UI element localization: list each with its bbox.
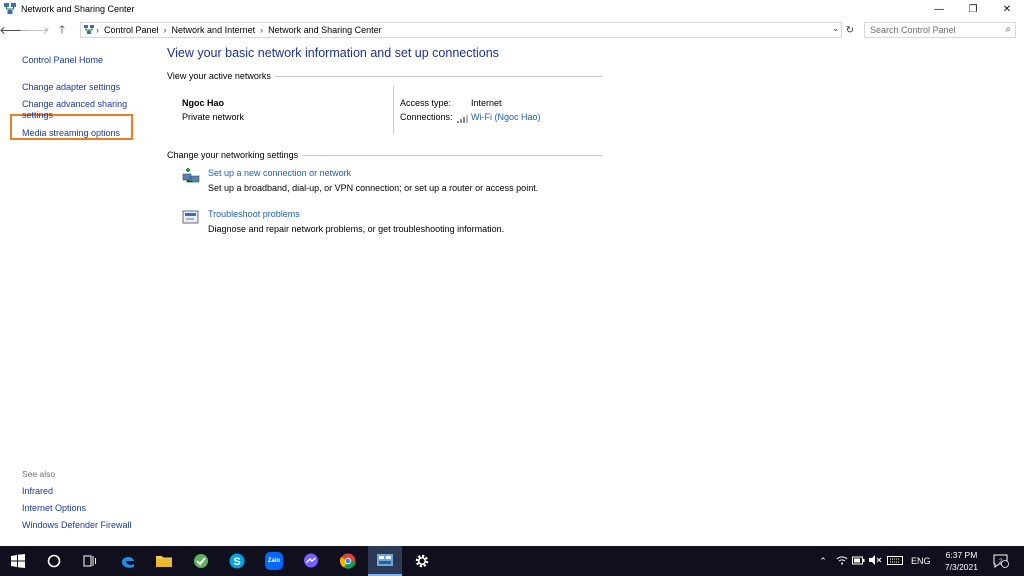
change-advanced-sharing-settings-link[interactable]: Change advanced sharing settings xyxy=(22,99,132,121)
restore-button[interactable]: ❐ xyxy=(956,0,990,18)
zalo-icon[interactable]: Zalo xyxy=(263,550,285,572)
media-streaming-options-link[interactable]: Media streaming options xyxy=(22,128,120,139)
left-pane: Control Panel Home Change adapter settin… xyxy=(0,40,160,546)
clock-date: 7/3/2021 xyxy=(944,562,978,572)
address-dropdown-icon[interactable]: ⌄ xyxy=(832,24,839,33)
breadcrumb-network-and-internet[interactable]: Network and Internet xyxy=(172,25,256,35)
task-view-icon[interactable] xyxy=(79,550,101,572)
page-title: View your basic network information and … xyxy=(167,46,499,60)
active-networks-label: View your active networks xyxy=(167,71,271,81)
zalo-label: Zalo xyxy=(265,552,283,570)
window-title: Network and Sharing Center xyxy=(21,4,135,14)
language-indicator[interactable]: ENG xyxy=(911,556,931,566)
see-also-label: See also xyxy=(22,469,56,479)
change-settings-section: Change your networking settings xyxy=(167,150,602,160)
vertical-divider xyxy=(393,86,394,134)
troubleshoot-problems-link[interactable]: Troubleshoot problems xyxy=(208,209,300,219)
change-adapter-settings-link[interactable]: Change adapter settings xyxy=(22,82,120,93)
wifi-connection-link[interactable]: Wi-Fi (Ngoc Hao) xyxy=(471,112,541,122)
breadcrumb-separator-icon[interactable]: › xyxy=(96,25,99,35)
title-bar: Network and Sharing Center — ❐ ✕ xyxy=(0,0,1024,18)
change-settings-label: Change your networking settings xyxy=(167,150,299,160)
clock-time: 6:37 PM xyxy=(945,550,978,560)
infrared-link[interactable]: Infrared xyxy=(22,486,53,497)
access-type-value: Internet xyxy=(471,98,502,108)
network-name: Ngoc Hao xyxy=(182,98,225,108)
skype-icon[interactable]: S xyxy=(226,550,248,572)
breadcrumb-separator-icon[interactable]: › xyxy=(260,25,263,35)
keyboard-icon[interactable] xyxy=(884,555,906,567)
network-type: Private network xyxy=(182,112,245,122)
refresh-icon[interactable]: ↻ xyxy=(843,22,857,38)
forward-arrow-icon[interactable]: 🡒 xyxy=(19,22,49,38)
recent-dropdown-icon[interactable]: ▾ xyxy=(42,22,52,38)
svg-text:S: S xyxy=(233,556,240,568)
taskbar: S Zalo ⌃ ENG 6:37 PM 7/3/2021 2 xyxy=(0,546,1024,576)
breadcrumb-network-and-sharing-center[interactable]: Network and Sharing Center xyxy=(268,25,382,35)
notification-center-icon[interactable]: 2 xyxy=(990,550,1012,572)
green-app-icon[interactable] xyxy=(190,550,212,572)
messenger-icon[interactable] xyxy=(300,550,322,572)
cortana-icon[interactable] xyxy=(43,550,65,572)
internet-options-link[interactable]: Internet Options xyxy=(22,503,86,514)
system-tray: ⌃ ENG xyxy=(816,546,931,576)
wifi-tray-icon[interactable] xyxy=(833,555,850,567)
windows-defender-firewall-link[interactable]: Windows Defender Firewall xyxy=(22,520,132,531)
address-bar[interactable]: › Control Panel › Network and Internet ›… xyxy=(80,22,842,38)
troubleshoot-icon xyxy=(182,210,200,226)
access-type-label: Access type: xyxy=(400,98,452,108)
minimize-button[interactable]: — xyxy=(922,0,956,18)
edge-icon[interactable] xyxy=(117,550,139,572)
network-center-icon xyxy=(4,3,16,15)
control-panel-small-icon xyxy=(84,25,94,35)
setup-new-connection-description: Set up a broadband, dial-up, or VPN conn… xyxy=(208,183,539,193)
search-placeholder: Search Control Panel xyxy=(870,25,956,35)
setup-new-connection-link[interactable]: Set up a new connection or network xyxy=(208,168,351,178)
close-button[interactable]: ✕ xyxy=(990,0,1024,18)
breadcrumb-separator-icon[interactable]: › xyxy=(164,25,167,35)
volume-muted-icon[interactable] xyxy=(867,555,884,567)
file-explorer-icon[interactable] xyxy=(153,550,175,572)
search-input[interactable]: Search Control Panel ⌕ xyxy=(864,22,1016,38)
troubleshoot-problems-description: Diagnose and repair network problems, or… xyxy=(208,224,505,234)
breadcrumb-control-panel[interactable]: Control Panel xyxy=(104,25,159,35)
section-divider xyxy=(302,154,602,156)
connections-label: Connections: xyxy=(400,112,453,122)
section-divider xyxy=(274,75,602,77)
show-hidden-icons-icon[interactable]: ⌃ xyxy=(816,556,830,567)
notification-count: 2 xyxy=(999,558,1003,565)
control-panel-icon[interactable] xyxy=(374,550,396,572)
new-connection-icon xyxy=(182,168,200,184)
start-icon[interactable] xyxy=(7,550,29,572)
control-panel-home-link[interactable]: Control Panel Home xyxy=(22,55,103,66)
settings-icon[interactable] xyxy=(411,550,433,572)
active-networks-section: View your active networks xyxy=(167,71,602,81)
search-icon[interactable]: ⌕ xyxy=(1005,24,1011,35)
wifi-signal-icon xyxy=(457,114,469,123)
clock[interactable]: 6:37 PM 7/3/2021 xyxy=(945,549,978,573)
chrome-icon[interactable] xyxy=(337,550,359,572)
up-arrow-icon[interactable]: 🡑 xyxy=(54,22,70,38)
battery-icon[interactable] xyxy=(850,556,867,567)
